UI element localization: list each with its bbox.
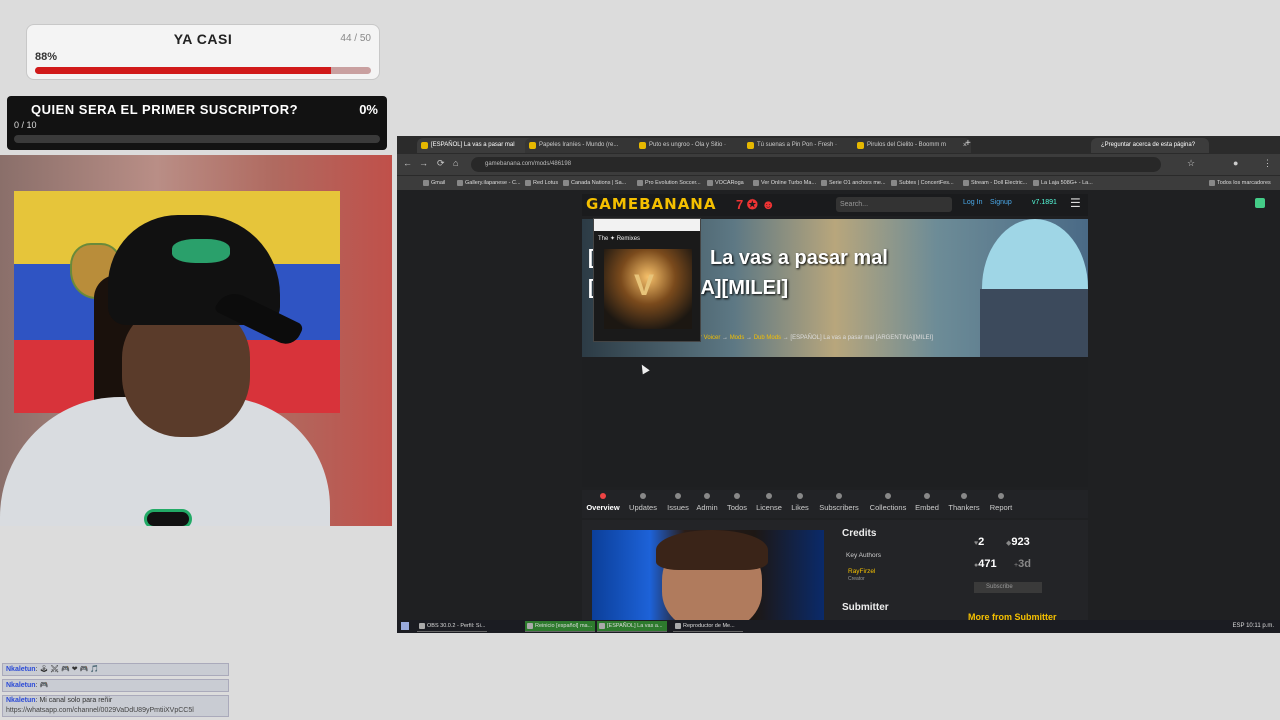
browser-tab[interactable]: [ESPAÑOL] La vas a pasar mal×: [417, 138, 535, 153]
goal-progress-fill: [35, 67, 331, 74]
taskbar-item-browser[interactable]: Reinicio [español] ma...: [525, 621, 595, 632]
browser-tab[interactable]: Puto es ungroo - Ola y Sitio ·×: [635, 138, 753, 153]
profile-icon[interactable]: ●: [1233, 158, 1238, 168]
tab-admin[interactable]: Admin: [694, 490, 720, 518]
forward-icon[interactable]: →: [419, 158, 428, 168]
mod-overview: Credits Key Authors RayFirzel Creator Su…: [582, 520, 1088, 630]
goal-widget: YA CASI 44 / 50 88%: [26, 24, 380, 80]
browser-tab[interactable]: Papeles Iraníes - Mundo (re...×: [525, 138, 643, 153]
bookmark[interactable]: Gallery.ilapanese - C...: [457, 176, 521, 190]
mod-screenshot[interactable]: [592, 530, 824, 630]
browser-tab-strip: [ESPAÑOL] La vas a pasar mal× Papeles Ir…: [397, 136, 1280, 154]
tab-updates[interactable]: Updates: [626, 490, 660, 518]
key-authors-label: Key Authors: [846, 552, 882, 559]
taskbar-item-media-player[interactable]: Reproductor de Me...: [673, 621, 743, 632]
new-tab-button[interactable]: +: [965, 138, 971, 149]
home-icon[interactable]: ⌂: [453, 158, 458, 168]
browser-tab[interactable]: Tú suenas a Pin Pon - Fresh ·×: [743, 138, 861, 153]
extension-icon[interactable]: [1255, 198, 1265, 208]
subscriber-goal-question: QUIEN SERA EL PRIMER SUSCRIPTOR?: [31, 102, 299, 117]
tab-thankers[interactable]: Thankers: [946, 490, 982, 518]
chat-message: Nkaletun: 🕹 ⚔ 🎮 ❤ 🎮 🎵: [2, 663, 229, 676]
subscriber-goal-percent: 0%: [359, 102, 378, 117]
webpage: GAMEBANANA 7 ✪ ☻ Search... Log In Signup…: [397, 190, 1280, 630]
bookmark[interactable]: Ver Online Turbo Ma...: [753, 176, 816, 190]
subscriber-goal-count: 0 / 10: [14, 120, 37, 130]
taskbar-item-obs[interactable]: OBS 30.0.2 - Perfil: Si...: [417, 621, 487, 632]
bookmark[interactable]: Gmail: [423, 176, 445, 190]
credits-heading: Credits: [842, 528, 877, 539]
crocodile-logo-icon: [172, 239, 230, 263]
chat-message: Nkaletun: Mi canal solo para reñir https…: [2, 695, 229, 717]
submitter-heading: Submitter: [842, 602, 889, 613]
bookmark[interactable]: Red Lotus: [525, 176, 558, 190]
likes-stat: ♥2: [974, 536, 985, 548]
version-label: v7.1891: [1032, 199, 1057, 206]
search-input[interactable]: Search...: [836, 197, 952, 212]
goal-count: 44 / 50: [340, 33, 371, 44]
menu-icon[interactable]: ⋮: [1263, 158, 1272, 169]
goal-percent: 88%: [35, 51, 58, 63]
windows-taskbar: OBS 30.0.2 - Perfil: Si... Reinicio [esp…: [397, 620, 1280, 633]
popup-title: The ✦ Remixes: [598, 236, 641, 242]
media-popup[interactable]: The ✦ Remixes V: [593, 218, 701, 342]
tab-issues[interactable]: Issues: [666, 490, 690, 518]
media-area: [582, 357, 1088, 487]
author-link[interactable]: RayFirzel: [848, 568, 875, 575]
hamburger-icon[interactable]: ☰: [1070, 196, 1081, 210]
signup-link[interactable]: Signup: [990, 199, 1012, 206]
site-badges-icon: 7 ✪ ☻: [736, 197, 776, 212]
address-bar-row: ← → ⟳ ⌂ gamebanana.com/mods/486198 ☆ ● ⋮: [397, 154, 1280, 175]
system-tray[interactable]: ESP 10:11 p.m.: [1233, 621, 1274, 632]
microphone-icon: [144, 509, 192, 526]
subscriber-goal-bar: [14, 135, 380, 143]
webcam-feed: [0, 155, 392, 526]
side-panel-tab[interactable]: ¿Preguntar acerca de esta página?: [1091, 138, 1209, 153]
site-logo[interactable]: GAMEBANANA: [586, 195, 716, 213]
tab-license[interactable]: License: [754, 490, 784, 518]
author-role: Creator: [848, 576, 865, 582]
mod-title: La vas a pasar mal: [710, 247, 888, 269]
goal-title: YA CASI: [173, 31, 233, 47]
breadcrumb: r Voicer → Mods → Dub Mods → [ESPAÑOL] L…: [700, 335, 934, 341]
windows-start-icon[interactable]: [401, 622, 409, 630]
subscribe-button[interactable]: Subscribe: [974, 582, 1042, 593]
back-icon[interactable]: ←: [403, 158, 412, 168]
all-bookmarks[interactable]: Todos los marcadores: [1209, 176, 1271, 190]
star-icon[interactable]: ☆: [1187, 158, 1195, 169]
tab-likes[interactable]: Likes: [788, 490, 812, 518]
bookmark[interactable]: Pro Evolution Soccer...: [637, 176, 701, 190]
views-stat: ◆923: [1006, 536, 1030, 548]
posts-stat: ●471: [974, 558, 997, 570]
bookmark[interactable]: VOCARoga: [707, 176, 744, 190]
url-input[interactable]: gamebanana.com/mods/486198: [471, 157, 1161, 172]
site-header: GAMEBANANA 7 ✪ ☻ Search... Log In Signup…: [582, 194, 1088, 216]
bookmark[interactable]: Canada Nations | Sa...: [563, 176, 626, 190]
tab-overview[interactable]: Overview: [586, 490, 620, 518]
tab-subscribers[interactable]: Subscribers: [816, 490, 862, 518]
browser-tab[interactable]: Pirulos del Cielito - Boomm m ×: [853, 138, 971, 153]
login-link[interactable]: Log In: [963, 199, 982, 206]
reload-icon[interactable]: ⟳: [437, 158, 445, 169]
bookmarks-bar: Gmail Gallery.ilapanese - C... Red Lotus…: [397, 175, 1280, 190]
chat-link[interactable]: https://whatsapp.com/channel/0029VaDdU89…: [6, 707, 194, 714]
bookmark[interactable]: Serie O1 anchors me...: [821, 176, 886, 190]
bookmark[interactable]: Subtes | ConcertFes...: [891, 176, 954, 190]
mod-title-line2: NA][MILEI]: [686, 277, 789, 299]
album-v-icon: V: [634, 269, 655, 302]
bookmark[interactable]: Stream - Doll Electric...: [963, 176, 1027, 190]
chat-message: Nkaletun: 🎮: [2, 679, 229, 692]
screen-capture: [ESPAÑOL] La vas a pasar mal× Papeles Ir…: [397, 136, 1280, 633]
tab-collections[interactable]: Collections: [866, 490, 910, 518]
goal-progress-bar: [35, 67, 371, 74]
mod-nav-menu: Overview Updates Issues Admin Todos Lice…: [582, 490, 1088, 518]
age-stat: +3d: [1014, 558, 1031, 570]
taskbar-item-browser-active[interactable]: [ESPAÑOL] La vas a...: [597, 621, 667, 632]
tab-todos[interactable]: Todos: [724, 490, 750, 518]
tab-report[interactable]: Report: [986, 490, 1016, 518]
tab-embed[interactable]: Embed: [912, 490, 942, 518]
streamer: [0, 155, 392, 526]
bookmark[interactable]: La Laja 508G+ - La...: [1033, 176, 1093, 190]
subscriber-goal-widget: QUIEN SERA EL PRIMER SUSCRIPTOR? 0% 0 / …: [7, 96, 387, 150]
